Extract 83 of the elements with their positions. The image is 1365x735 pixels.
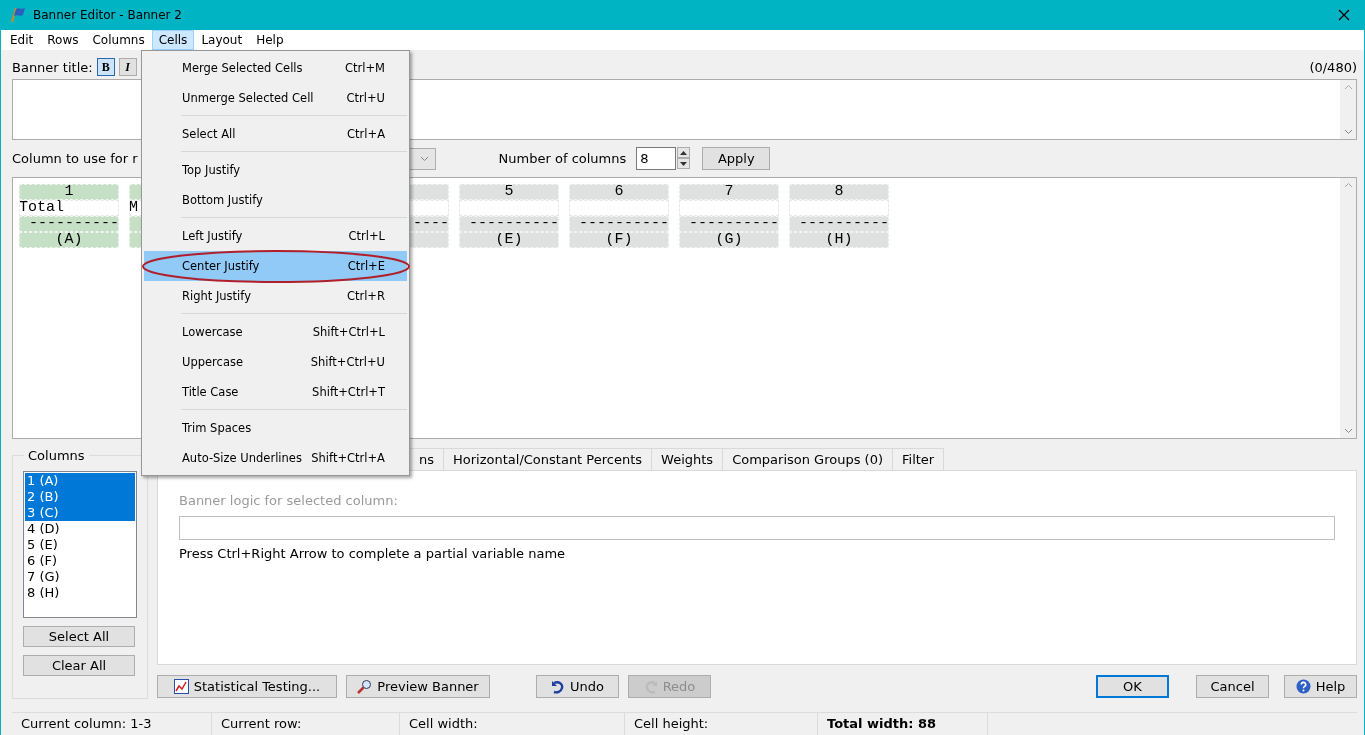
close-icon[interactable]: [1338, 9, 1350, 21]
menu-bar-item[interactable]: Help: [249, 30, 291, 50]
list-item[interactable]: 2 (B): [25, 489, 135, 505]
character-counter: (0/480): [1309, 59, 1357, 75]
list-item[interactable]: 1 (A): [25, 473, 135, 489]
menu-bar-item[interactable]: Cells: [151, 30, 195, 50]
underline-cell[interactable]: ----------: [19, 216, 119, 232]
tab[interactable]: Filter: [892, 448, 945, 470]
menu-bar-item[interactable]: Rows: [40, 30, 86, 50]
status-text: Total width: 88: [818, 713, 988, 735]
menu-item[interactable]: Top Justify: [144, 155, 407, 185]
underline-cell[interactable]: ----------: [789, 216, 889, 232]
menu-bar-item[interactable]: Layout: [194, 30, 250, 50]
undo-button[interactable]: Undo: [536, 675, 619, 698]
column-number-cell[interactable]: 8: [789, 184, 889, 200]
columns-count-label: Number of columns: [498, 151, 627, 166]
underline-cell[interactable]: ----------: [679, 216, 779, 232]
banner-logic-label: Banner logic for selected column:: [179, 493, 399, 508]
menu-item[interactable]: Auto-Size Underlines Shift+Ctrl+A: [144, 443, 407, 473]
scrollbar[interactable]: [1340, 80, 1356, 139]
column-label: Column to use for r: [12, 151, 138, 166]
bold-button[interactable]: B: [96, 58, 115, 76]
select-all-button[interactable]: Select All: [23, 626, 135, 647]
menu-item[interactable]: Merge Selected Cells Ctrl+M: [144, 53, 407, 83]
underline-cell[interactable]: ----------: [459, 216, 559, 232]
flag-icon: [9, 7, 27, 23]
banner-title-label: Banner title:: [12, 59, 93, 75]
menu-item[interactable]: Bottom Justify: [144, 185, 407, 215]
chevron-down-icon: [419, 155, 429, 162]
menu-bar-item[interactable]: Columns: [85, 30, 152, 50]
magnifier-icon: [357, 679, 373, 694]
menu-item[interactable]: Select All Ctrl+A: [144, 119, 407, 149]
status-text: Current column: 1-3: [12, 713, 212, 735]
columns-group-title: Columns: [27, 448, 86, 463]
menu-item[interactable]: Uppercase Shift+Ctrl+U: [144, 347, 407, 377]
scrollbar[interactable]: [1340, 178, 1356, 438]
tab[interactable]: Comparison Groups (0): [722, 448, 893, 470]
chart-icon: [173, 679, 189, 694]
menu-item[interactable]: Center Justify Ctrl+E: [144, 251, 407, 281]
clear-all-button[interactable]: Clear All: [23, 655, 135, 676]
list-item[interactable]: 3 (C): [25, 505, 135, 521]
menu-item[interactable]: Unmerge Selected Cell Ctrl+U: [144, 83, 407, 113]
columns-list[interactable]: 1 (A) 2 (B) 3 (C) 4 (D) 5 (E) 6 (F) 7 (G) 8 (H): [23, 471, 137, 618]
spin-down-button[interactable]: [677, 158, 691, 169]
help-button[interactable]: Help: [1284, 675, 1357, 698]
apply-button[interactable]: Apply: [702, 147, 771, 170]
column-label-cell[interactable]: [679, 200, 779, 216]
chevron-down-icon: [1343, 428, 1353, 434]
menu-item[interactable]: Title Case Shift+Ctrl+T: [144, 377, 407, 407]
menu-bar-item[interactable]: Edit: [3, 30, 41, 50]
preview-banner-button[interactable]: Preview Banner: [346, 675, 490, 698]
menu-item[interactable]: Right Justify Ctrl+R: [144, 281, 407, 311]
menu-item[interactable]: Trim Spaces: [144, 413, 407, 443]
triangle-down-icon: [680, 161, 688, 166]
column-number-cell[interactable]: 1: [19, 184, 119, 200]
column-number-cell[interactable]: 5: [459, 184, 559, 200]
statistical-testing-button[interactable]: Statistical Testing...: [157, 675, 337, 698]
window-title: Banner Editor - Banner 2: [33, 8, 183, 22]
columns-count-field[interactable]: 8: [636, 147, 677, 170]
italic-button[interactable]: I: [118, 58, 137, 76]
column-label-cell[interactable]: [569, 200, 669, 216]
status-text: Current row:: [212, 713, 400, 735]
menu-item[interactable]: Left Justify Ctrl+L: [144, 221, 407, 251]
help-icon: [1295, 679, 1311, 694]
undo-arrow-icon: [551, 679, 565, 694]
underline-cell[interactable]: ----------: [569, 216, 669, 232]
hint-text: Press Ctrl+Right Arrow to complete a partial variable name: [179, 546, 567, 561]
column-number-cell[interactable]: 7: [679, 184, 779, 200]
ok-button[interactable]: OK: [1096, 675, 1169, 698]
chevron-down-icon: [1343, 129, 1353, 135]
status-text: Cell height:: [625, 713, 818, 735]
column-number-cell[interactable]: 6: [569, 184, 669, 200]
column-label-cell[interactable]: Total: [19, 200, 119, 216]
column-label-cell[interactable]: [789, 200, 889, 216]
spin-up-button[interactable]: [677, 147, 691, 158]
chevron-up-icon: [1343, 84, 1353, 90]
menu-item[interactable]: Lowercase Shift+Ctrl+L: [144, 317, 407, 347]
cancel-button[interactable]: Cancel: [1196, 675, 1269, 698]
chevron-up-icon: [1343, 182, 1353, 188]
status-text: Cell width:: [400, 713, 625, 735]
column-label-cell[interactable]: [459, 200, 559, 216]
triangle-up-icon: [680, 150, 688, 155]
tab[interactable]: Weights: [651, 448, 724, 470]
